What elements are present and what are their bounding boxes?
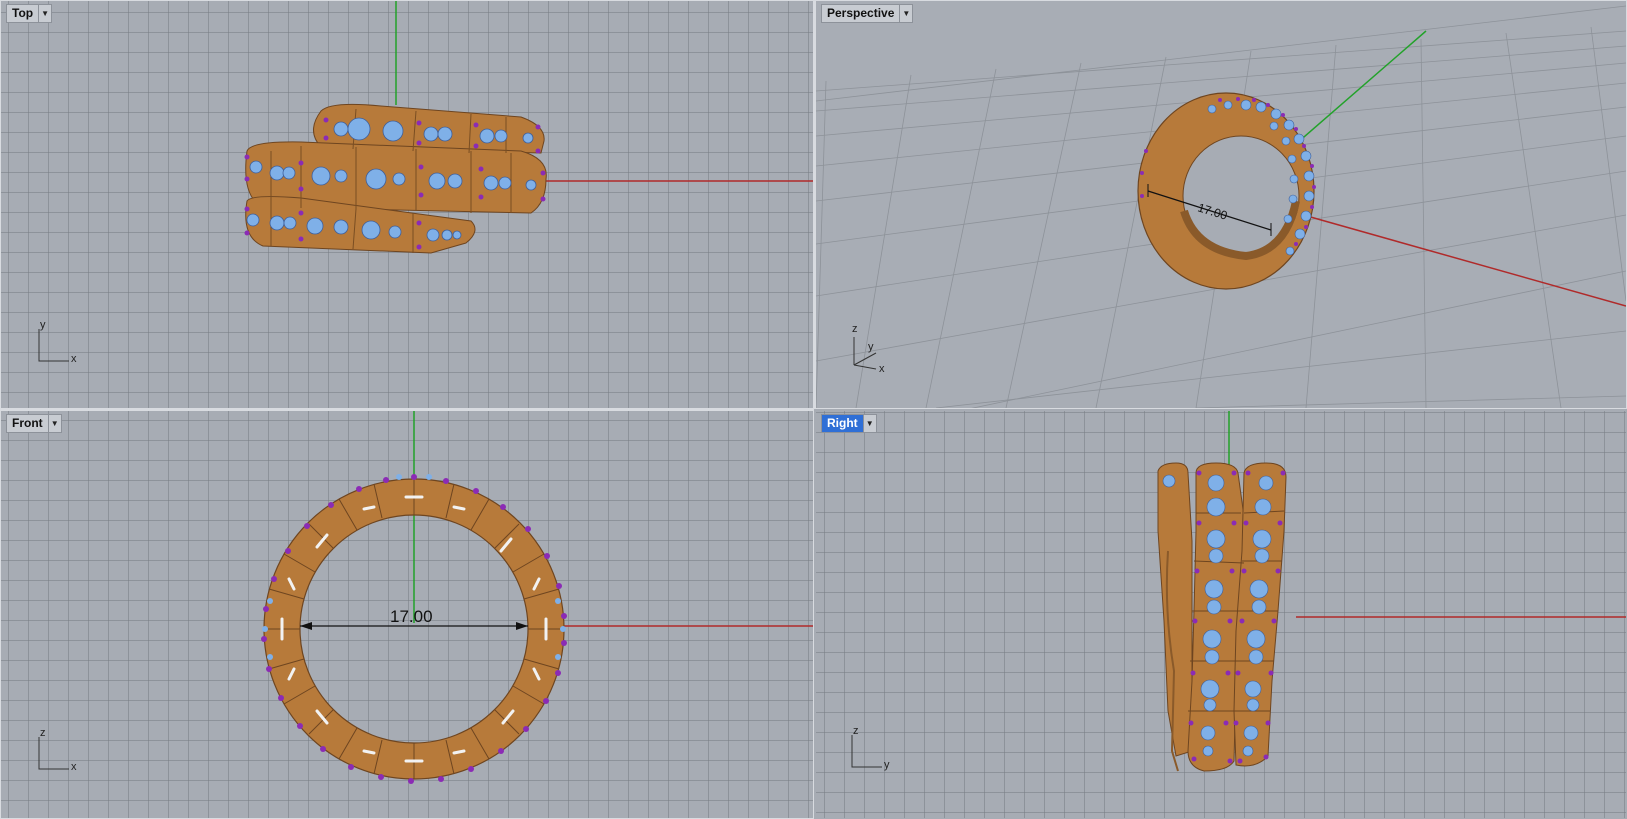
- chevron-down-icon[interactable]: ▼: [899, 5, 912, 22]
- front-view-scene: 17.00: [261, 411, 813, 784]
- ring-model-perspective: [1137, 92, 1316, 290]
- viewport-tab-perspective[interactable]: Perspective ▼: [821, 4, 914, 23]
- viewport-top[interactable]: Top ▼ y x: [1, 1, 813, 408]
- viewport-title-perspective: Perspective: [827, 6, 895, 20]
- viewport-tab-right-top[interactable]: Right ▼: [821, 414, 877, 433]
- perspective-scene: 17.00: [816, 5, 1626, 408]
- dimension-text-front: 17.00: [390, 607, 433, 626]
- chevron-down-icon[interactable]: ▼: [862, 415, 876, 432]
- top-view-scene: [244, 1, 813, 254]
- viewport-perspective[interactable]: 17.00 Perspective ▼ z y x: [816, 1, 1626, 408]
- right-view-scene: [1157, 411, 1626, 772]
- viewport-right[interactable]: Right ▼ z y: [814, 409, 1627, 819]
- ring-model-right: [1157, 462, 1287, 772]
- viewport-front[interactable]: Front ▼ 17.00 z x: [1, 411, 813, 818]
- ring-model-top: [244, 103, 547, 254]
